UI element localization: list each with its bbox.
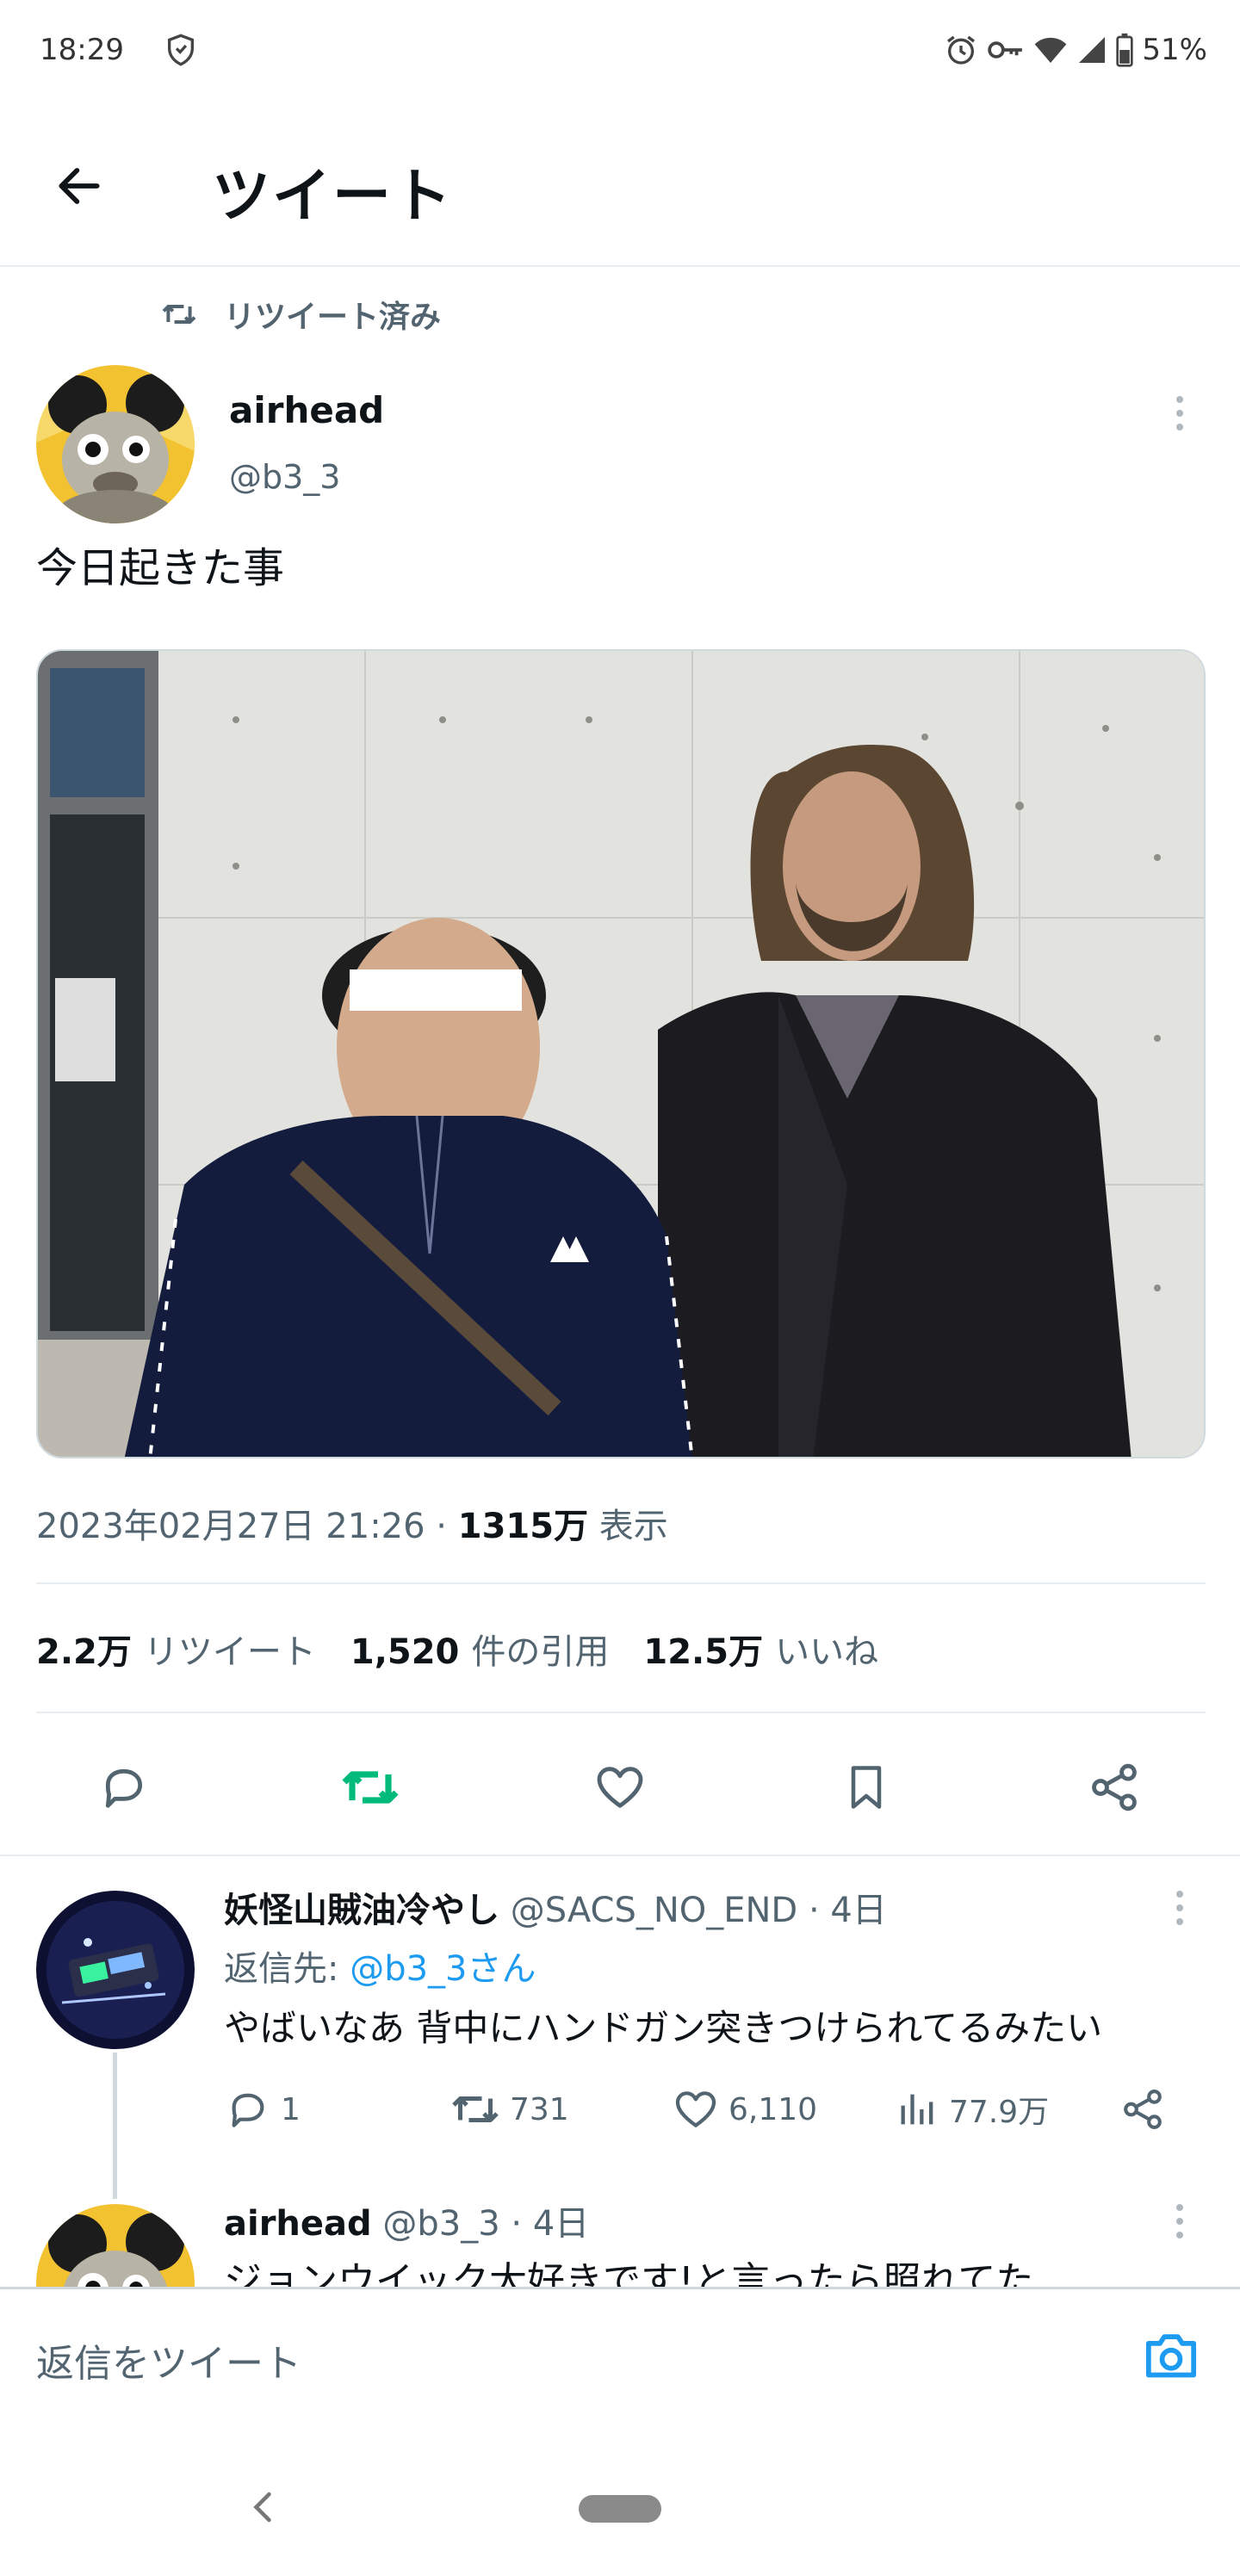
- retweets-count: 2.2万: [36, 1632, 132, 1672]
- quotes-stat[interactable]: 1,520 件の引用: [350, 1624, 610, 1674]
- status-icons: 51%: [944, 31, 1207, 69]
- more-dot: [1176, 2204, 1183, 2211]
- heart-icon: [675, 2091, 716, 2127]
- more-dot: [1176, 1918, 1183, 1925]
- retweet-button[interactable]: [339, 1756, 401, 1818]
- shield-icon: [168, 34, 194, 66]
- more-dot: [1176, 396, 1183, 403]
- reply-input[interactable]: 返信をツイート: [36, 2332, 301, 2387]
- reply-replies-count: 1: [281, 2091, 301, 2127]
- reply-reply-button[interactable]: 1: [224, 2084, 301, 2135]
- divider: [0, 1855, 1240, 1856]
- camera-icon[interactable]: [1142, 2329, 1200, 2381]
- signal-icon: [1079, 37, 1106, 63]
- system-nav-bar: [0, 2416, 1240, 2576]
- reply-text: ジョンウイック大好きです!と言ったら照れてた: [224, 2259, 1034, 2288]
- views-count: 1315万: [457, 1507, 589, 1546]
- arrow-left-icon: [59, 168, 100, 204]
- reply-author-name[interactable]: 妖怪山賊油冷やし: [224, 1891, 499, 1930]
- reply-more-button[interactable]: [1162, 1882, 1197, 1934]
- views-label: 表示: [588, 1507, 668, 1546]
- share-icon: [1092, 1763, 1137, 1811]
- reply-header: 妖怪山賊油冷やし @SACS_NO_END · 4日: [224, 1882, 887, 1932]
- reply-more-button[interactable]: [1162, 2195, 1197, 2247]
- status-time: 18:29: [40, 33, 124, 67]
- retweet-icon: [452, 2096, 499, 2122]
- reply-views-count: 77.9万: [949, 2095, 1050, 2130]
- reply-avatar[interactable]: [36, 1891, 195, 2049]
- tweet-actions: [0, 1739, 1240, 1825]
- page-title: ツイート: [212, 163, 454, 231]
- author-name[interactable]: airhead: [229, 389, 384, 431]
- nav-back-icon[interactable]: [250, 2490, 276, 2524]
- quotes-count: 1,520: [350, 1632, 460, 1672]
- reply-retweets-count: 731: [510, 2091, 569, 2127]
- more-dot: [1176, 1904, 1183, 1911]
- like-button[interactable]: [589, 1756, 651, 1818]
- reply-views-button[interactable]: 77.9万: [896, 2084, 1049, 2135]
- battery-icon: [1116, 33, 1134, 67]
- retweets-stat[interactable]: 2.2万 リツイート: [36, 1624, 316, 1674]
- tweet-timestamp: 2023年02月27日 21:26 · 1315万 表示: [36, 1498, 668, 1548]
- alarm-icon: [947, 35, 976, 65]
- thread-line: [113, 2053, 117, 2199]
- reply-icon: [232, 2093, 264, 2127]
- likes-label: いいね: [775, 1632, 879, 1672]
- reply-retweet-button[interactable]: 731: [450, 2084, 569, 2135]
- more-dot: [1176, 410, 1183, 417]
- retweet-icon: [342, 1771, 399, 1804]
- author-handle[interactable]: @b3_3: [229, 458, 340, 496]
- vpn-key-icon: [988, 41, 1023, 59]
- status-bar: 18:29 51%: [0, 0, 1240, 103]
- retweeted-indicator: リツイート済み: [160, 293, 441, 336]
- reply-button[interactable]: [93, 1756, 155, 1818]
- bookmark-icon: [851, 1766, 882, 1809]
- reply-to-label: 返信先:: [224, 1949, 350, 1989]
- reply-author-name[interactable]: airhead: [224, 2204, 372, 2244]
- reply-like-button[interactable]: 6,110: [672, 2084, 817, 2135]
- reply-text: やばいなあ 背中にハンドガン突きつけられてるみたい: [224, 2007, 1103, 2049]
- more-dot: [1176, 2218, 1183, 2225]
- share-button[interactable]: [1083, 1756, 1145, 1818]
- heart-icon: [597, 1767, 643, 1808]
- top-app-bar: ツイート: [0, 103, 1240, 267]
- reply-to: 返信先: @b3_3さん: [224, 1941, 536, 1991]
- battery-percent: 51%: [1142, 33, 1207, 67]
- tweet-text: 今日起きた事: [36, 544, 285, 592]
- tweet-photo[interactable]: [36, 649, 1206, 1458]
- tweet-more-button[interactable]: [1162, 387, 1197, 439]
- reply-to-link[interactable]: @b3_3さん: [350, 1949, 536, 1989]
- more-dot: [1176, 2232, 1183, 2239]
- nav-home-pill[interactable]: [579, 2495, 661, 2523]
- reply-meta: @b3_3 · 4日: [371, 2204, 590, 2244]
- more-dot: [1176, 1891, 1183, 1898]
- reply-likes-count: 6,110: [728, 2091, 818, 2127]
- reply-icon: [105, 1768, 143, 1808]
- reply-actions: 1 731 6,110 77.9万: [224, 2084, 1188, 2135]
- views-chart-icon: [901, 2094, 933, 2125]
- quotes-label: 件の引用: [471, 1632, 610, 1672]
- bookmark-button[interactable]: [835, 1756, 897, 1818]
- likes-stat[interactable]: 12.5万 いいね: [643, 1624, 878, 1674]
- reply-header: airhead @b3_3 · 4日: [224, 2195, 589, 2245]
- timestamp-text: 2023年02月27日 21:26 ·: [36, 1507, 458, 1546]
- reply-compose-bar: 返信をツイート: [0, 2287, 1240, 2418]
- back-button[interactable]: [48, 155, 110, 217]
- reply-meta: @SACS_NO_END · 4日: [499, 1891, 887, 1930]
- share-icon: [1124, 2090, 1162, 2129]
- divider: [36, 1582, 1206, 1584]
- retweeted-label: リツイート済み: [224, 300, 442, 335]
- likes-count: 12.5万: [643, 1632, 764, 1672]
- retweet-icon: [162, 305, 196, 324]
- tweet-stats: 2.2万 リツイート 1,520 件の引用 12.5万 いいね: [36, 1624, 878, 1674]
- divider: [36, 1712, 1206, 1713]
- author-avatar[interactable]: [36, 365, 195, 523]
- wifi-icon: [1035, 37, 1067, 63]
- retweets-label: リツイート: [143, 1632, 316, 1672]
- more-dot: [1176, 424, 1183, 430]
- reply-share-button[interactable]: [1119, 2084, 1166, 2135]
